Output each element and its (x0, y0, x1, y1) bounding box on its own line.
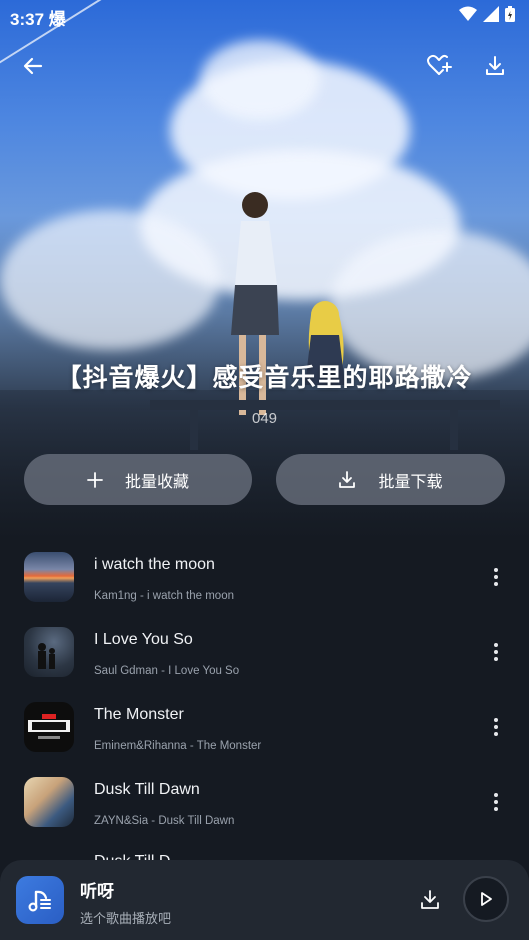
monster-cover-art (28, 714, 70, 739)
batch-collect-button[interactable]: 批量收藏 (24, 454, 252, 505)
player-subtitle: 选个歌曲播放吧 (80, 911, 172, 926)
notification-glyph: 爆 (48, 10, 66, 29)
batch-collect-label: 批量收藏 (124, 473, 189, 491)
song-artist: ZAYN&Sia - Dusk Till Dawn (94, 815, 235, 827)
song-list: i watch the moon Kam1ng - i watch the mo… (0, 540, 529, 840)
music-note-icon (28, 890, 51, 912)
favorite-playlist-button[interactable] (421, 48, 457, 84)
cloud (0, 210, 220, 350)
status-bar: 3:37 爆 (0, 0, 529, 30)
download-icon (421, 890, 439, 909)
signal-icon (483, 6, 499, 22)
download-icon (339, 470, 356, 488)
play-icon (481, 892, 492, 906)
more-options-icon[interactable] (484, 712, 508, 742)
song-title: The Monster (94, 706, 184, 723)
song-row[interactable]: i watch the moon Kam1ng - i watch the mo… (0, 540, 529, 615)
battery-icon (505, 6, 515, 22)
album-art-thumbnail (24, 552, 74, 602)
song-row[interactable]: I Love You So Saul Gdman - I Love You So (0, 615, 529, 690)
song-title: Dusk Till Dawn (94, 781, 200, 798)
album-art-thumbnail (24, 702, 74, 752)
song-row[interactable]: Dusk Till Dawn ZAYN&Sia - Dusk Till Dawn (0, 765, 529, 840)
heart-plus-icon (427, 54, 452, 75)
song-title: i watch the moon (94, 556, 215, 573)
back-button[interactable] (15, 48, 51, 84)
song-row[interactable]: The Monster Eminem&Rihanna - The Monster (0, 690, 529, 765)
song-artist: Kam1ng - i watch the moon (94, 590, 234, 602)
player-title: 听呀 (80, 882, 114, 901)
play-button[interactable] (463, 876, 509, 922)
song-artist: Saul Gdman - I Love You So (94, 665, 240, 677)
batch-download-label: 批量下载 (378, 473, 443, 491)
playlist-title: 【抖音爆火】感受音乐里的耶路撒冷 (56, 364, 473, 392)
wifi-icon (459, 6, 477, 21)
download-icon (486, 56, 504, 75)
player-download-button[interactable] (414, 884, 446, 916)
album-art-thumbnail (24, 627, 74, 677)
couple-silhouette (38, 643, 55, 669)
cloud (200, 40, 320, 120)
song-title: I Love You So (94, 631, 193, 648)
arrow-left-icon (23, 57, 43, 75)
more-options-icon[interactable] (484, 562, 508, 592)
song-artist: Eminem&Rihanna - The Monster (94, 740, 262, 752)
batch-download-button[interactable]: 批量下载 (276, 454, 505, 505)
more-options-icon[interactable] (484, 787, 508, 817)
mini-player[interactable]: 听呀 选个歌曲播放吧 (0, 860, 529, 940)
download-playlist-button[interactable] (477, 48, 513, 84)
plus-icon (87, 471, 103, 488)
album-art-thumbnail (24, 777, 74, 827)
status-time: 3:37 爆 (10, 10, 66, 29)
playlist-song-count: 049 (251, 410, 278, 427)
more-options-icon[interactable] (484, 637, 508, 667)
app-logo-icon (16, 876, 64, 924)
